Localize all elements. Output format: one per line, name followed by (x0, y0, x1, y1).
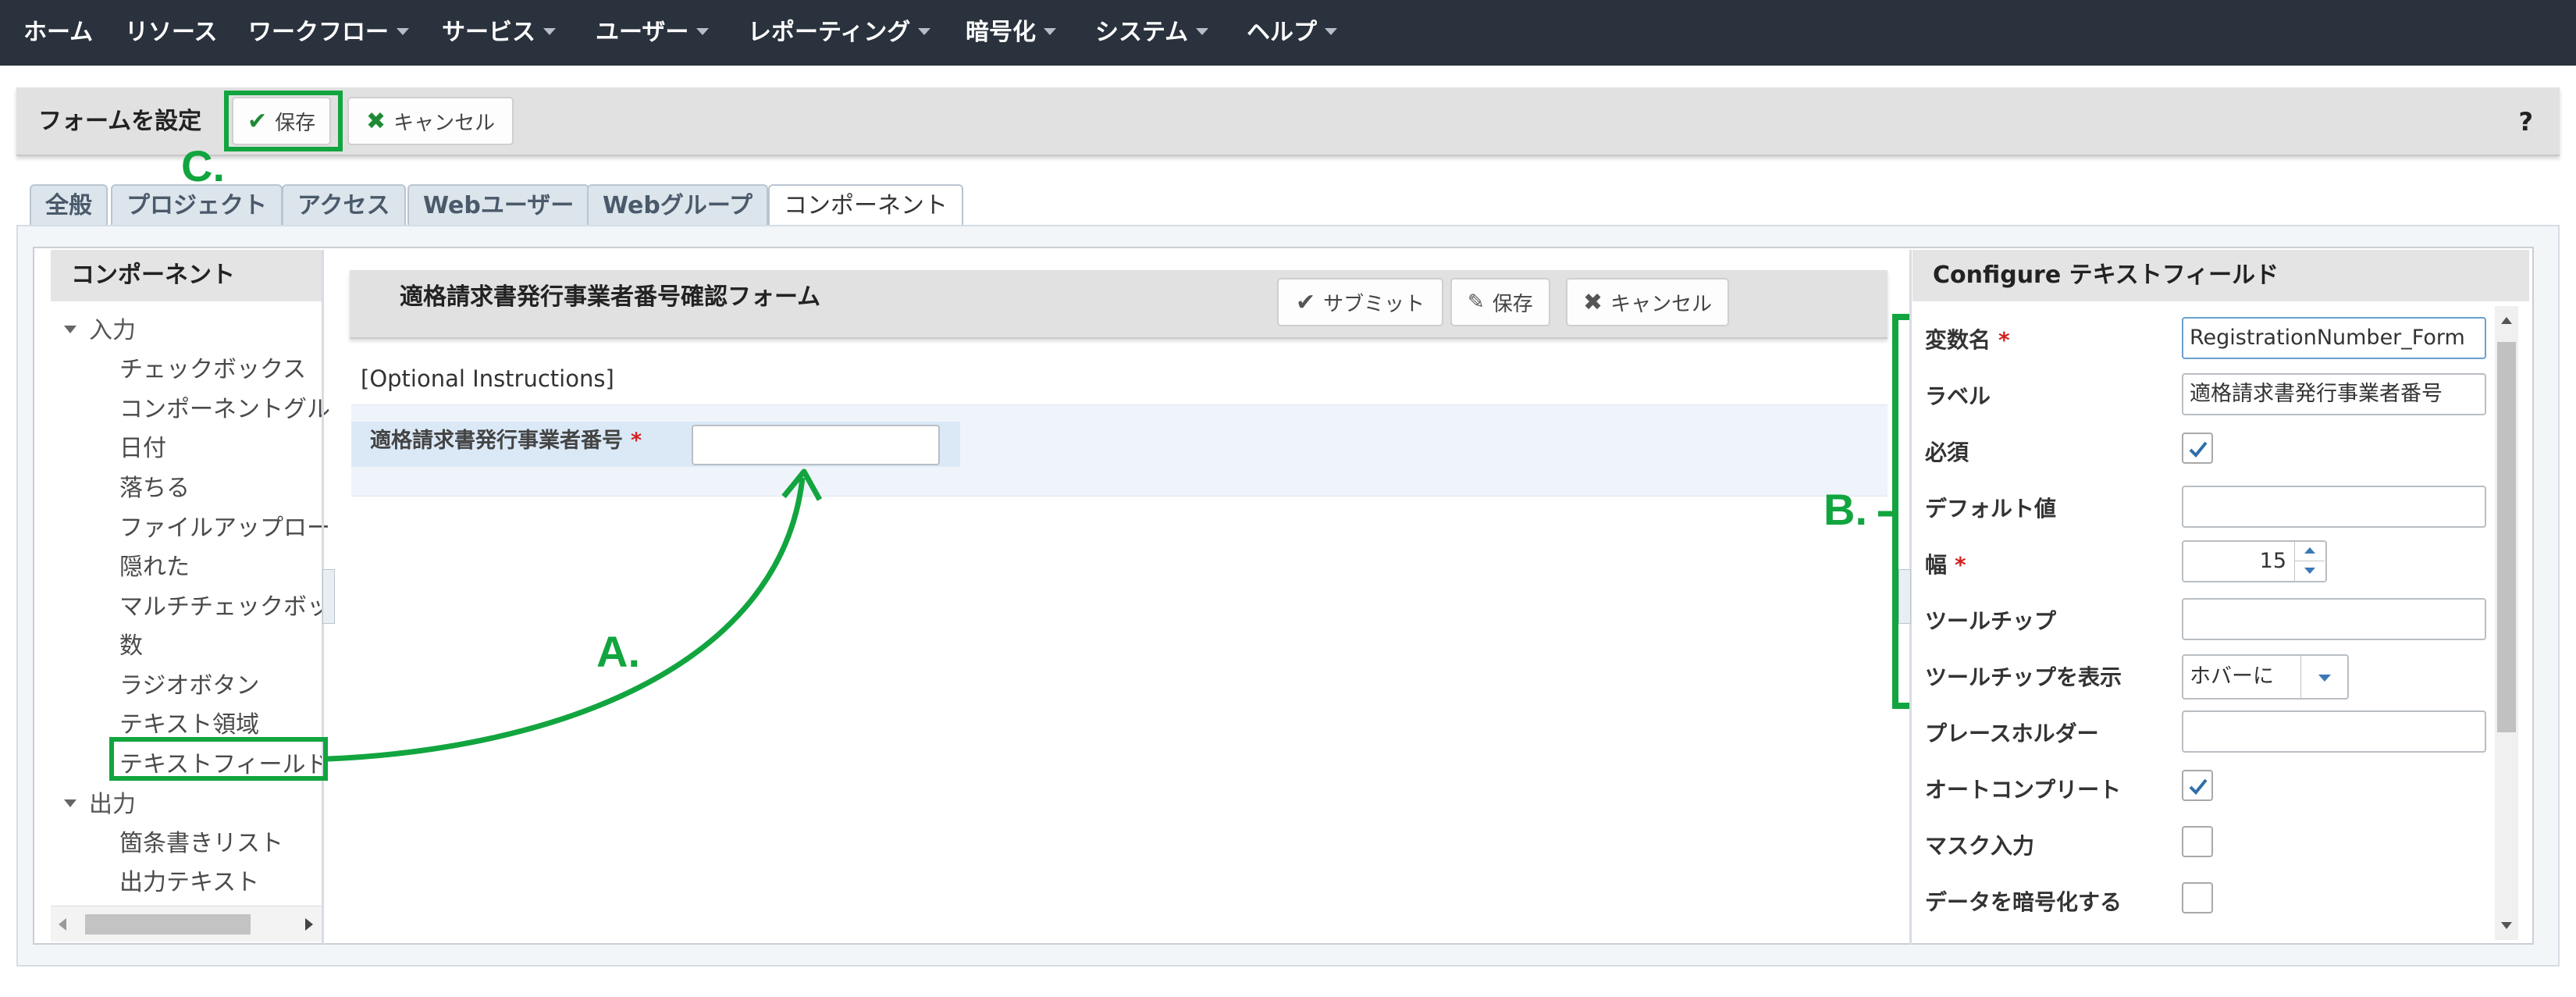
annotation-overlay (327, 314, 1909, 762)
annotation-bracket-b (1892, 314, 1909, 709)
annotation-arrow-a (327, 477, 806, 762)
